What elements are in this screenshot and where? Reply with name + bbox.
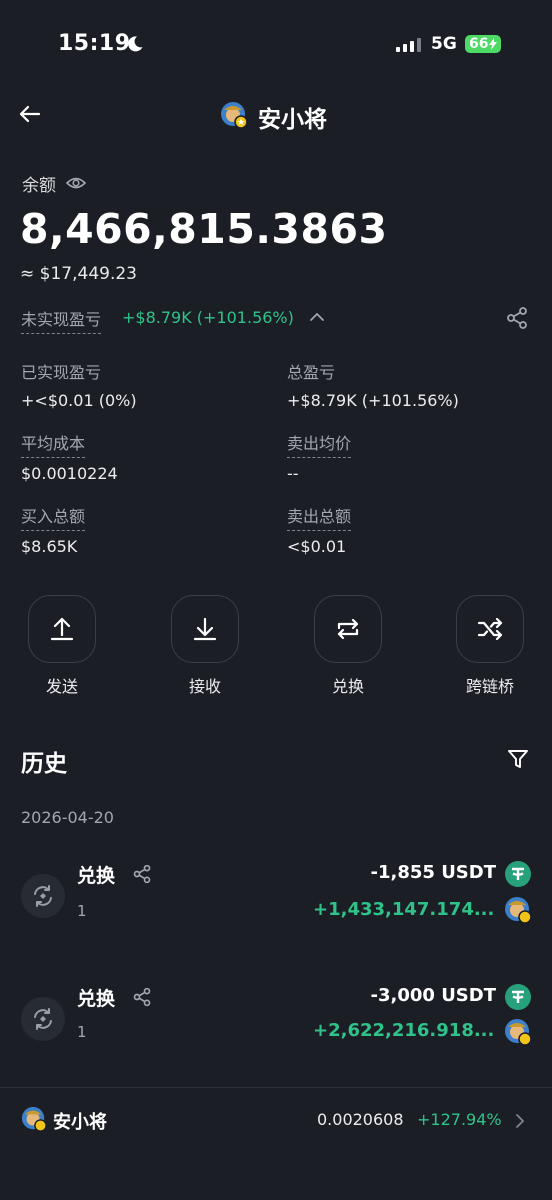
token-avatar-icon (505, 897, 532, 924)
shuffle-icon (477, 617, 503, 641)
share-icon[interactable] (132, 987, 152, 1007)
realized-pnl-value: +<$0.01 (0%) (21, 391, 137, 410)
balance-label: 余额 (22, 176, 56, 196)
avg-sell-label[interactable]: 卖出均价 (287, 430, 352, 458)
buy-total-label[interactable]: 买入总额 (21, 503, 86, 531)
footer-price: 0.0020608 (317, 1110, 404, 1129)
token-avatar-icon (21, 1106, 47, 1132)
tx-subtitle: 1 (77, 1023, 87, 1041)
swap-tx-icon (21, 997, 65, 1041)
history-date: 2026-04-20 (21, 808, 114, 827)
page-title: 安小将 (258, 107, 327, 133)
swap-tx-icon (21, 874, 65, 918)
battery-level: 66 (469, 36, 489, 52)
avg-cost-label[interactable]: 平均成本 (21, 430, 86, 458)
upload-icon (50, 617, 74, 641)
receive-label: 接收 (188, 677, 221, 696)
tx-title: 兑换 (77, 988, 116, 1010)
token-avatar-icon (221, 102, 248, 129)
tether-icon (505, 861, 531, 887)
filter-icon[interactable] (507, 748, 529, 770)
chevron-up-icon[interactable] (309, 311, 325, 323)
tether-icon (505, 984, 531, 1010)
footer-change: +127.94% (417, 1110, 502, 1129)
bridge-button[interactable] (456, 595, 524, 663)
battery-indicator: 66 (465, 35, 501, 53)
share-icon[interactable] (505, 306, 529, 330)
send-label: 发送 (45, 677, 78, 696)
network-type: 5G (431, 34, 457, 54)
tx-sent-amount: -3,000 USDT (370, 985, 496, 1006)
tx-sent-amount: -1,855 USDT (370, 862, 496, 883)
avg-cost-value: $0.0010224 (21, 464, 118, 483)
balance-amount: 8,466,815.3863 (20, 205, 388, 253)
transaction-row[interactable]: 兑换 1 -1,855 USDT +1,433,147.174... (0, 850, 552, 950)
transaction-row[interactable]: 兑换 1 -3,000 USDT +2,622,216.918... (0, 973, 552, 1073)
download-icon (193, 617, 217, 641)
chevron-right-icon[interactable] (515, 1113, 525, 1129)
swap-icon (337, 618, 359, 640)
signal-icon (396, 38, 421, 52)
charging-icon (489, 38, 498, 50)
balance-usd: ≈ $17,449.23 (20, 264, 137, 284)
tx-title: 兑换 (77, 865, 116, 887)
tx-subtitle: 1 (77, 902, 87, 920)
unrealized-pnl-value: +$8.79K (+101.56%) (122, 308, 294, 327)
swap-label: 兑换 (331, 677, 364, 696)
eye-icon[interactable] (66, 175, 86, 191)
sell-total-label[interactable]: 卖出总额 (287, 503, 352, 531)
send-button[interactable] (28, 595, 96, 663)
tx-received-amount: +2,622,216.918... (313, 1020, 495, 1041)
status-time: 15:19 (58, 31, 131, 56)
footer-token-name[interactable]: 安小将 (53, 1108, 107, 1134)
tx-received-amount: +1,433,147.174... (313, 899, 495, 920)
realized-pnl-label: 已实现盈亏 (21, 363, 102, 382)
avg-sell-value: -- (287, 464, 299, 483)
bridge-label: 跨链桥 (465, 677, 514, 696)
receive-button[interactable] (171, 595, 239, 663)
total-pnl-value: +$8.79K (+101.56%) (287, 391, 459, 410)
history-title: 历史 (21, 751, 67, 777)
token-avatar-icon (505, 1019, 532, 1046)
moon-icon (128, 36, 143, 52)
sell-total-value: <$0.01 (287, 537, 347, 556)
total-pnl-label: 总盈亏 (287, 363, 336, 382)
swap-button[interactable] (314, 595, 382, 663)
back-arrow-icon[interactable] (18, 102, 42, 126)
buy-total-value: $8.65K (21, 537, 78, 556)
unrealized-pnl-label[interactable]: 未实现盈亏 (21, 306, 102, 334)
share-icon[interactable] (132, 864, 152, 884)
footer-divider (0, 1087, 552, 1088)
